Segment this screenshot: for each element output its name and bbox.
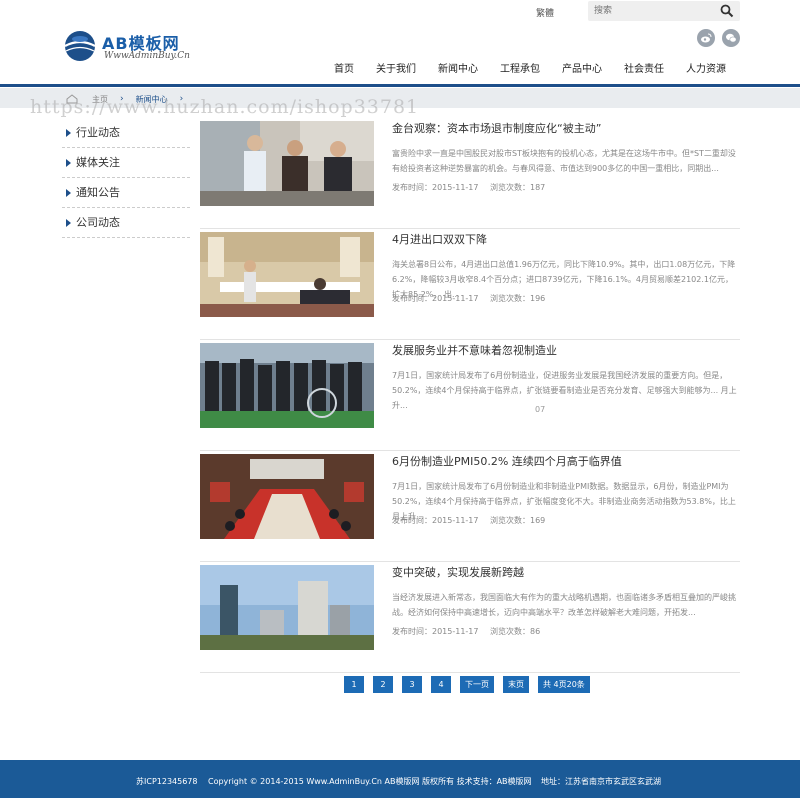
logo-url-text: WwwAdminBuy.Cn (104, 51, 190, 61)
sidebar-item-label: 媒体关注 (76, 156, 120, 169)
news-title[interactable]: 金台观察：资本市场退市制度应化“被主动” (392, 120, 601, 136)
sidebar-item-label: 行业动态 (76, 126, 120, 139)
list-item[interactable]: 6月份制造业PMI50.2% 连续四个月高于临界值 7月1日，国家统计局发布了6… (200, 451, 740, 562)
news-views: 浏览次数：187 (490, 183, 546, 192)
nav-home[interactable]: 首页 (334, 60, 354, 76)
list-item[interactable]: 发展服务业并不意味着忽视制造业 7月1日，国家统计局发布了6月份制造业，促进服务… (200, 340, 740, 451)
next-page-button[interactable]: 下一页 (460, 676, 494, 693)
news-title[interactable]: 4月进出口双双下降 (392, 231, 487, 247)
news-views: 浏览次数：86 (490, 627, 541, 636)
weibo-icon (701, 33, 712, 43)
list-item[interactable]: 变中突破，实现发展新跨越 当经济发展进入新常态，我国面临大有作为的重大战略机遇期… (200, 562, 740, 673)
news-title[interactable]: 发展服务业并不意味着忽视制造业 (392, 342, 557, 358)
news-title[interactable]: 6月份制造业PMI50.2% 连续四个月高于临界值 (392, 453, 622, 469)
watermark-text: https://www.huzhan.com/ishop33781 (30, 96, 420, 118)
sidebar-item-notice[interactable]: 通知公告 (62, 178, 190, 208)
page-4-button[interactable]: 4 (431, 676, 451, 693)
news-date: 发布时间：2015-11-17 (392, 294, 479, 303)
nav-responsibility[interactable]: 社会责任 (624, 60, 664, 76)
caret-right-icon (66, 159, 71, 167)
search-input[interactable] (594, 4, 714, 18)
sidebar: 行业动态 媒体关注 通知公告 公司动态 (62, 118, 190, 238)
wechat-icon (726, 33, 737, 43)
news-date: 发布时间：2015-11-17 (392, 627, 479, 636)
news-list: 金台观察：资本市场退市制度应化“被主动” 富贵险中求一直是中国股民对股市ST板块… (200, 118, 740, 673)
footer-icp[interactable]: 苏ICP12345678 (136, 776, 198, 787)
site-footer: 苏ICP12345678 Copyright © 2014-2015 Www.A… (0, 760, 800, 798)
news-title[interactable]: 变中突破，实现发展新跨越 (392, 564, 524, 580)
nav-hr[interactable]: 人力资源 (686, 60, 726, 76)
news-date: 发布时间：2015-11-17 (392, 516, 479, 525)
caret-right-icon (66, 219, 71, 227)
footer-copyright: Copyright © 2014-2015 Www.AdminBuy.Cn AB… (208, 777, 532, 786)
page-3-button[interactable]: 3 (402, 676, 422, 693)
list-item[interactable]: 4月进出口双双下降 海关总署8日公布，4月进出口总值1.96万亿元，同比下降10… (200, 229, 740, 340)
search-icon[interactable] (720, 4, 734, 18)
language-toggle[interactable]: 繁體 (536, 6, 554, 19)
header-divider (0, 84, 800, 87)
sidebar-item-industry[interactable]: 行业动态 (62, 118, 190, 148)
list-item[interactable]: 金台观察：资本市场退市制度应化“被主动” 富贵险中求一直是中国股民对股市ST板块… (200, 118, 740, 229)
page-1-button[interactable]: 1 (344, 676, 364, 693)
logo-globe-icon (64, 31, 96, 61)
pagination: 1 2 3 4 下一页 末页 共 4页20条 (344, 676, 599, 693)
news-thumbnail[interactable] (200, 121, 374, 206)
nav-about[interactable]: 关于我们 (376, 60, 416, 76)
main-nav: 首页 关于我们 新闻中心 工程承包 产品中心 社会责任 人力资源 (334, 60, 726, 76)
footer-address: 地址：江苏省南京市玄武区玄武湖 (541, 777, 661, 786)
wechat-link[interactable] (722, 29, 740, 47)
site-logo[interactable]: AB模板网 WwwAdminBuy.Cn (62, 28, 202, 68)
news-views: 浏览次数：169 (490, 516, 546, 525)
weibo-link[interactable] (697, 29, 715, 47)
caret-right-icon (66, 189, 71, 197)
news-thumbnail[interactable] (200, 232, 374, 317)
last-page-button[interactable]: 末页 (503, 676, 529, 693)
news-views: 浏览次数：196 (490, 294, 546, 303)
caret-right-icon (66, 129, 71, 137)
news-thumbnail[interactable] (200, 454, 374, 539)
nav-projects[interactable]: 工程承包 (500, 60, 540, 76)
sidebar-item-media[interactable]: 媒体关注 (62, 148, 190, 178)
site-header: 繁體 AB模板网 WwwAdminBuy.Cn 首页 关于我们 (0, 0, 800, 88)
news-summary: 7月1日，国家统计局发布了6月份制造业，促进服务业发展是我国经济发展的重要方向。… (392, 371, 737, 410)
sidebar-item-label: 通知公告 (76, 186, 120, 199)
sidebar-item-label: 公司动态 (76, 216, 120, 229)
page-summary: 共 4页20条 (538, 676, 590, 693)
page-2-button[interactable]: 2 (373, 676, 393, 693)
sidebar-item-company[interactable]: 公司动态 (62, 208, 190, 238)
news-date: 发布时间：2015-11-17 (392, 183, 479, 192)
nav-news[interactable]: 新闻中心 (438, 60, 478, 76)
news-thumbnail[interactable] (200, 343, 374, 428)
nav-products[interactable]: 产品中心 (562, 60, 602, 76)
news-extra-text: 07 (535, 405, 546, 414)
news-thumbnail[interactable] (200, 565, 374, 650)
search-box (588, 1, 740, 21)
